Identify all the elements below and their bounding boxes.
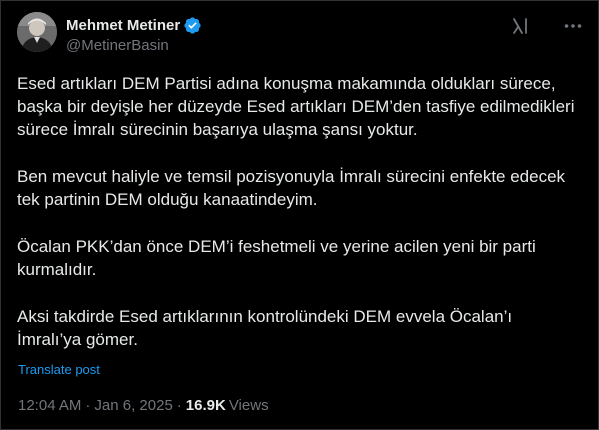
author-display-name[interactable]: Mehmet Metiner [66,17,180,34]
grok-icon[interactable] [510,16,530,36]
meta-separator: · [176,397,182,414]
tweet-card: Mehmet Metiner @MetinerBasin Esed artıkl… [0,0,599,430]
tweet-text: Esed artıkları DEM Partisi adına konuşma… [17,72,577,351]
tweet-paragraph: Öcalan PKK’dan önce DEM’i feshetmeli ve … [17,237,536,279]
author-name-row: Mehmet Metiner [66,15,202,35]
views-label: Views [228,397,269,414]
verified-badge-icon [183,16,202,35]
meta-separator: · [85,397,91,414]
tweet-paragraph: Esed artıkları DEM Partisi adına konuşma… [17,74,575,139]
views-count[interactable]: 16.9K [186,397,226,414]
avatar[interactable] [17,12,57,52]
translate-post-link[interactable]: Translate post [18,362,100,377]
author-handle[interactable]: @MetinerBasin [66,37,169,54]
more-options-icon[interactable] [563,16,583,36]
post-time[interactable]: 12:04 AM [18,397,81,414]
post-date[interactable]: Jan 6, 2025 [94,397,172,414]
tweet-paragraph: Aksi takdirde Esed artıklarının kontrolü… [17,307,513,349]
tweet-metadata: 12:04 AM · Jan 6, 2025 · 16.9K Views [18,397,269,414]
tweet-paragraph: Ben mevcut haliyle ve temsil pozisyonuyl… [17,167,566,209]
